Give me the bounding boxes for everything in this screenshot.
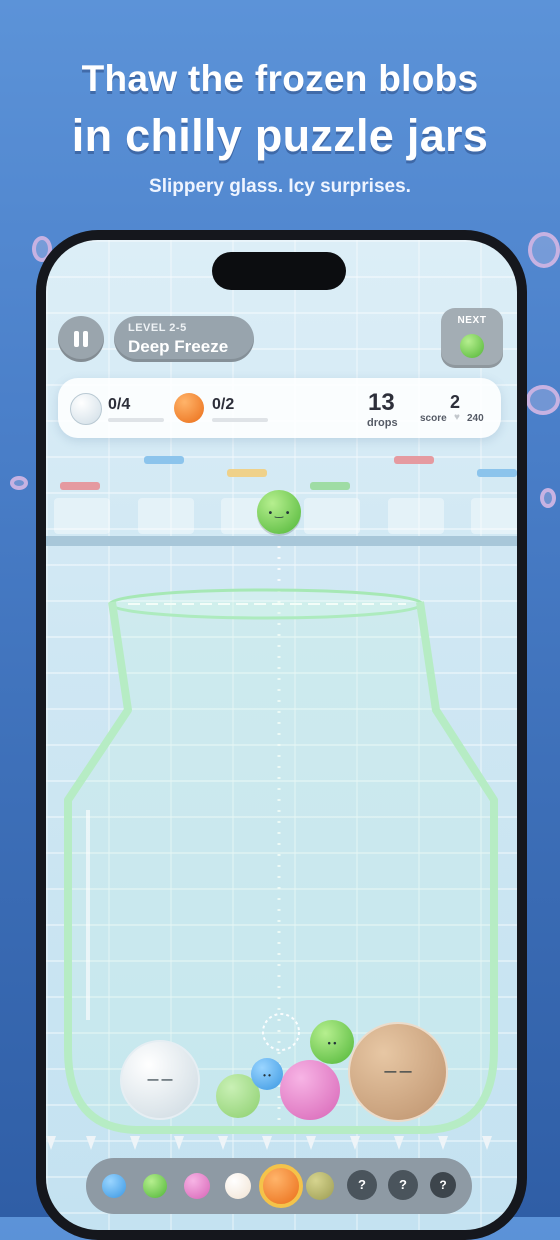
icicle (174, 1136, 184, 1150)
icicle (482, 1136, 492, 1150)
toolbar-orange-blob-selected[interactable] (259, 1164, 303, 1208)
toolbar-locked-slot[interactable]: ? (388, 1170, 418, 1200)
headline-line-1: Thaw the frozen blobs (81, 58, 479, 99)
toolbar-cream-blob[interactable] (225, 1173, 251, 1199)
icicle (394, 1136, 404, 1150)
toolbar-green-blob[interactable] (143, 1174, 167, 1198)
game-screen: LEVEL 2-5 Deep Freeze NEXT 0/4 0/2 13 dr… (46, 240, 517, 1230)
bubble-decoration (526, 385, 560, 415)
icicle (350, 1136, 360, 1150)
icicle (438, 1136, 448, 1150)
bubble-decoration (540, 488, 556, 508)
frozen-ice-blob: — — (120, 1040, 200, 1120)
bubble-decoration (528, 232, 560, 268)
toolbar-olive-blob[interactable] (306, 1172, 334, 1200)
blob-toolbar: ? ? ? (86, 1158, 472, 1214)
toolbar-pink-blob[interactable] (184, 1173, 210, 1199)
toolbar-blue-blob[interactable] (102, 1174, 126, 1198)
blue-blob: • • (251, 1058, 283, 1090)
headline-line-2: in chilly puzzle jars (71, 110, 489, 161)
pink-blob (280, 1060, 340, 1120)
toolbar-locked-bomb-slot[interactable]: ? (430, 1172, 456, 1198)
icicle (46, 1136, 56, 1150)
icicle (306, 1136, 316, 1150)
frozen-tan-blob: — — (348, 1022, 448, 1122)
icicle (262, 1136, 272, 1150)
falling-green-blob[interactable]: • ‿ • (257, 490, 301, 534)
toolbar-locked-slot[interactable]: ? (347, 1170, 377, 1200)
green-blob: • • (310, 1020, 354, 1064)
bubble-decoration (10, 476, 28, 490)
subtitle: Slippery glass. Icy surprises. (149, 176, 411, 197)
icicle (130, 1136, 140, 1150)
icicle (86, 1136, 96, 1150)
icicle (218, 1136, 228, 1150)
